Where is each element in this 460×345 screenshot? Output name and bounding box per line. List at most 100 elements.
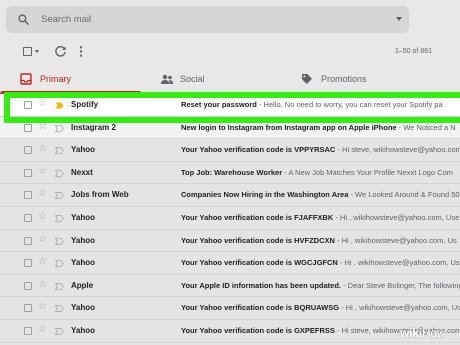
- email-preview: Your Apple ID information has been updat…: [181, 281, 460, 290]
- row-checkbox[interactable]: [24, 123, 32, 132]
- row-checkbox[interactable]: [24, 168, 32, 177]
- email-subject: Your Apple ID information has been updat…: [181, 280, 342, 290]
- row-checkbox[interactable]: [24, 146, 32, 155]
- email-subject: Your Yahoo verification code is HVFZDCXN: [181, 235, 335, 245]
- star-icon[interactable]: ☆: [38, 211, 47, 222]
- email-snippet: - We Noticed a N: [396, 122, 456, 132]
- row-checkbox[interactable]: [24, 236, 32, 245]
- select-dropdown-icon[interactable]: [35, 50, 39, 53]
- email-row[interactable]: ☆ Apple Your Apple ID information has been…: [0, 274, 460, 298]
- star-icon[interactable]: ☆: [38, 234, 47, 245]
- highlight-frame: [4, 92, 460, 123]
- importance-marker-icon[interactable]: [55, 124, 64, 132]
- email-sender: Yahoo: [71, 325, 96, 335]
- email-subject: Your Yahoo verification code is BQRUAWSG: [181, 303, 340, 313]
- email-snippet: - Hi , wikihowsteve@yahoo.com, Use: [339, 303, 460, 313]
- email-snippet: - Dear Steve Bolinger, The following: [341, 280, 460, 290]
- email-sender: Jobs from Web: [71, 190, 129, 200]
- importance-marker-icon[interactable]: [55, 282, 64, 290]
- email-snippet: - Hi steve, wikihowsteve@yahoo.com: [335, 145, 460, 155]
- email-preview: Your Yahoo verification code is WGCJGFCN…: [181, 258, 460, 267]
- refresh-icon[interactable]: [54, 45, 67, 58]
- email-sender: Yahoo: [71, 258, 96, 268]
- toolbar: 1–50 of 861: [0, 38, 460, 66]
- star-icon[interactable]: ☆: [38, 144, 47, 154]
- email-sender: Instagram 2: [71, 122, 116, 132]
- row-checkbox[interactable]: [24, 304, 32, 313]
- email-subject: Companies Now Hiring in the Washington A…: [181, 190, 349, 200]
- email-preview: Your Yahoo verification code is BQRUAWSG…: [181, 303, 460, 312]
- importance-marker-icon[interactable]: [55, 237, 64, 245]
- search-box[interactable]: Search mail: [6, 6, 409, 33]
- email-sender: Nexxt: [71, 167, 93, 177]
- importance-marker-icon[interactable]: [55, 215, 64, 222]
- tab-promotions-label: Promotions: [321, 74, 367, 84]
- email-row[interactable]: ☆ Yahoo Your Yahoo verification code is HV…: [0, 229, 460, 253]
- star-icon[interactable]: ☆: [38, 189, 47, 199]
- email-row[interactable]: ☆ Jobs from Web Companies Now Hiring in th…: [0, 184, 460, 207]
- star-icon[interactable]: ☆: [38, 121, 47, 132]
- watermark-wiki: wiki: [400, 326, 422, 340]
- email-snippet: - We Looked Around & Found 500: [348, 190, 460, 200]
- email-subject: Top Job: Warehouse Worker: [181, 167, 283, 177]
- row-checkbox[interactable]: [24, 213, 32, 222]
- email-preview: Your Yahoo verification code is VPPYRSAC…: [181, 145, 460, 154]
- search-input[interactable]: Search mail: [41, 14, 91, 25]
- category-tabs: Primary Social Promotions: [0, 66, 460, 94]
- watermark-how: How: [421, 326, 446, 340]
- more-options-icon[interactable]: [77, 45, 85, 58]
- email-subject: Your Yahoo verification code is WGCJGFCN: [181, 258, 338, 268]
- email-sender: Yahoo: [71, 235, 96, 245]
- tab-primary-label: Primary: [40, 74, 71, 84]
- email-row[interactable]: ☆ Nexxt Top Job: Warehouse Worker - A New …: [0, 161, 460, 185]
- email-row[interactable]: ☆ Yahoo Your Yahoo verification code is BQ…: [0, 297, 460, 320]
- search-options-icon[interactable]: [396, 17, 402, 21]
- star-icon[interactable]: ☆: [38, 166, 47, 177]
- row-checkbox[interactable]: [24, 281, 32, 290]
- importance-marker-icon[interactable]: [55, 305, 64, 313]
- email-snippet: - Hi , wikihowsteve@yahoo.com, Us: [334, 235, 457, 245]
- email-subject: Your Yahoo verification code is GXPEFRSS: [181, 325, 335, 335]
- select-all-checkbox[interactable]: [23, 47, 32, 56]
- email-row[interactable]: ☆ Yahoo Your Yahoo verification code is VP…: [0, 139, 460, 162]
- tab-promotions[interactable]: Promotions: [284, 66, 460, 94]
- email-snippet: - Hi , wikihowsteve@yahoo.com, Us: [337, 258, 460, 268]
- email-preview: New login to Instagram from Instagram ap…: [181, 123, 460, 132]
- email-sender: Yahoo: [71, 145, 96, 155]
- star-icon[interactable]: ☆: [38, 324, 47, 335]
- email-preview: Companies Now Hiring in the Washington A…: [181, 190, 460, 199]
- pagination-count: 1–50 of 861: [395, 48, 432, 55]
- star-icon[interactable]: ☆: [38, 279, 47, 290]
- importance-marker-icon[interactable]: [55, 147, 64, 155]
- email-sender: Yahoo: [71, 212, 96, 222]
- email-preview: Your Yahoo verification code is FJAFFXBK…: [181, 213, 460, 222]
- star-icon[interactable]: ☆: [38, 302, 47, 312]
- email-row[interactable]: ☆ Yahoo Your Yahoo verification code is WG…: [0, 252, 460, 275]
- importance-marker-icon[interactable]: [55, 260, 64, 268]
- email-list: ☆ Spotify Reset your password - Hello. No …: [0, 94, 460, 343]
- email-row[interactable]: ☆ Yahoo Your Yahoo verification code is GX…: [0, 319, 460, 343]
- star-icon[interactable]: ☆: [38, 257, 47, 267]
- row-checkbox[interactable]: [24, 191, 32, 200]
- inbox-icon: [20, 73, 32, 85]
- email-preview: Top Job: Warehouse Worker - A New Job Ma…: [181, 168, 460, 177]
- people-icon: [160, 74, 174, 84]
- search-icon[interactable]: [18, 14, 29, 25]
- email-row[interactable]: ☆ Yahoo Your Yahoo verification code is FJ…: [0, 206, 460, 230]
- email-subject: Your Yahoo verification code is FJAFFXBK: [181, 212, 334, 222]
- email-preview: Your Yahoo verification code is HVFZDCXN…: [181, 236, 460, 245]
- tag-icon: [302, 74, 312, 84]
- importance-marker-icon[interactable]: [55, 169, 64, 177]
- email-subject: Your Yahoo verification code is VPPYRSAC: [181, 145, 336, 155]
- tab-social-label: Social: [180, 74, 205, 84]
- row-checkbox[interactable]: [24, 326, 32, 335]
- email-sender: Yahoo: [71, 303, 96, 313]
- tab-social[interactable]: Social: [142, 66, 284, 94]
- email-subject: New login to Instagram from Instagram ap…: [181, 122, 397, 132]
- email-sender: Apple: [71, 280, 94, 290]
- importance-marker-icon[interactable]: [55, 328, 64, 335]
- importance-marker-icon[interactable]: [55, 192, 64, 200]
- row-checkbox[interactable]: [24, 259, 32, 268]
- tab-primary[interactable]: Primary: [0, 66, 142, 94]
- watermark-logo: wikiHow: [400, 326, 446, 340]
